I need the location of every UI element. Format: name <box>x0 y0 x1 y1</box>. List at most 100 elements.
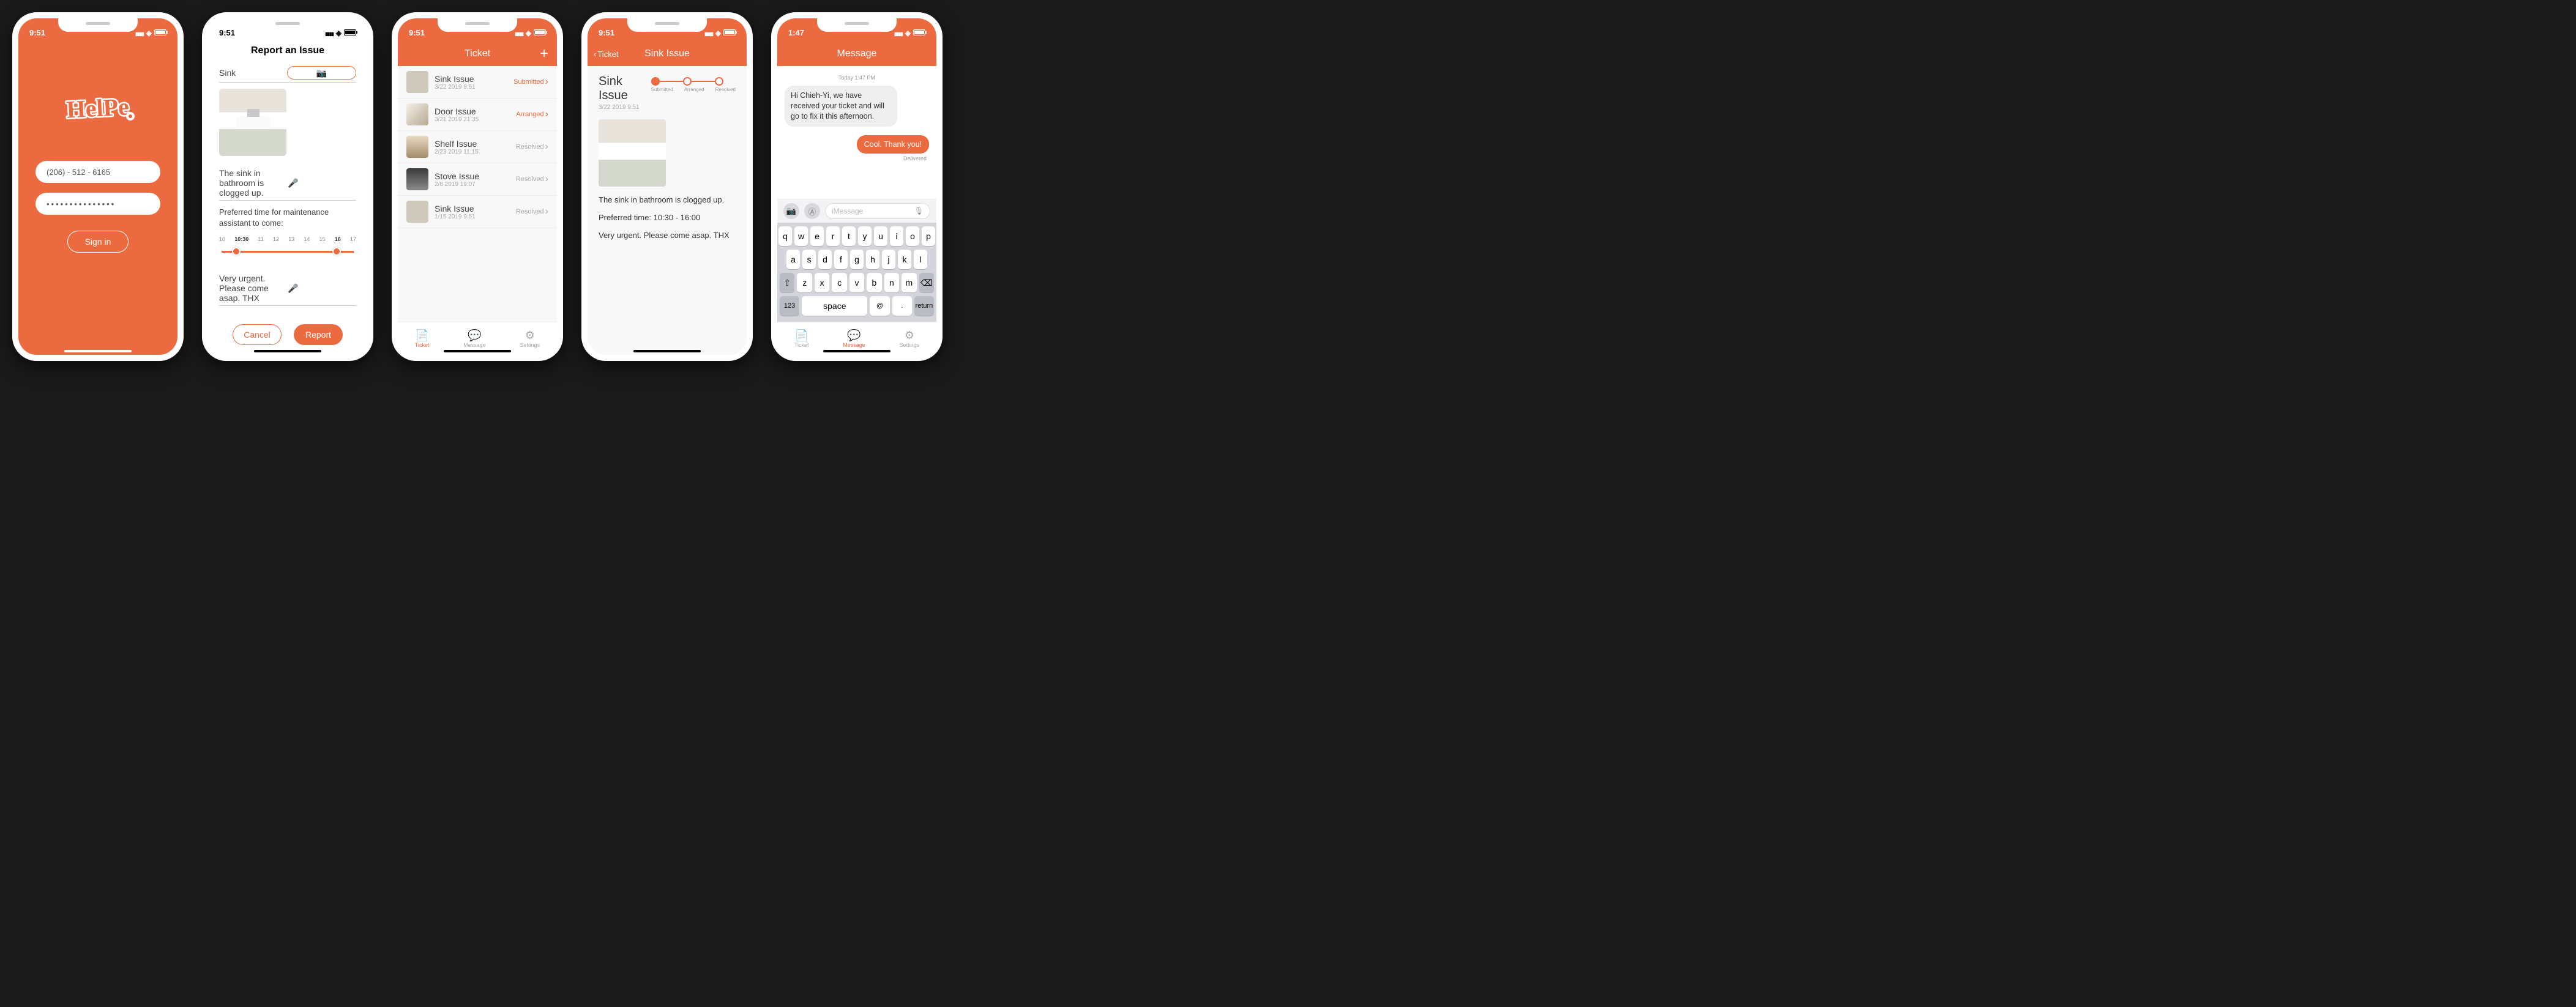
message-input[interactable]: iMessage 🎙 <box>825 203 930 219</box>
page-title: Report an Issue <box>208 42 367 64</box>
key-w[interactable]: w <box>794 226 808 246</box>
ticket-title: Sink Issue <box>435 204 510 214</box>
ticket-status: Submitted <box>513 76 548 87</box>
step-resolved-icon <box>715 77 723 86</box>
issue-description: The sink in bathroom is clogged up. <box>599 195 736 204</box>
key-q[interactable]: q <box>778 226 792 246</box>
key-y[interactable]: y <box>858 226 872 246</box>
slider-end-knob[interactable] <box>332 247 341 256</box>
navbar-title: Ticket <box>465 48 490 59</box>
back-button[interactable]: ‹ Ticket <box>594 50 619 59</box>
key-v[interactable]: v <box>849 273 864 292</box>
key-@[interactable]: @ <box>870 296 889 316</box>
step-submitted-icon <box>651 77 660 86</box>
tab-settings[interactable]: ⚙Settings <box>900 329 920 348</box>
ticket-row[interactable]: Sink Issue3/22 2019 9:51Submitted <box>398 66 557 98</box>
ticket-thumb <box>406 168 428 190</box>
wifi-icon <box>146 28 152 37</box>
urgency-note: Very urgent. Please come asap. THX <box>599 231 736 240</box>
ticket-row[interactable]: Sink Issue1/15 2019 9:51Resolved <box>398 196 557 228</box>
key-⌫[interactable]: ⌫ <box>919 273 934 292</box>
report-button[interactable]: Report <box>294 324 343 345</box>
mic-icon[interactable]: 🎤 <box>288 178 356 188</box>
key-a[interactable]: a <box>786 250 800 269</box>
tab-message[interactable]: 💬Message <box>463 329 486 348</box>
phone-input[interactable] <box>35 161 160 183</box>
key-m[interactable]: m <box>902 273 916 292</box>
cancel-button[interactable]: Cancel <box>233 324 282 345</box>
preferred-time: Preferred time: 10:30 - 16:00 <box>599 213 736 222</box>
key-t[interactable]: t <box>842 226 856 246</box>
key-j[interactable]: j <box>882 250 895 269</box>
ticket-icon: 📄 <box>794 329 809 342</box>
note-field[interactable]: Very urgent. Please come asap. THX 🎤 <box>219 271 356 306</box>
ticket-row[interactable]: Shelf Issue2/23 2019 11:15Resolved <box>398 131 557 163</box>
ticket-row[interactable]: Stove Issue2/8 2019 19:07Resolved <box>398 163 557 196</box>
key-r[interactable]: r <box>826 226 840 246</box>
ticket-thumb <box>406 136 428 158</box>
key-f[interactable]: f <box>834 250 848 269</box>
signal-icon <box>704 28 713 37</box>
key-p[interactable]: p <box>922 226 935 246</box>
incoming-message: Hi Chieh-Yi, we have received your ticke… <box>785 86 897 127</box>
key-l[interactable]: l <box>914 250 927 269</box>
key-i[interactable]: i <box>890 226 903 246</box>
navbar: Message <box>777 42 936 66</box>
key-.[interactable]: . <box>892 296 912 316</box>
ticket-status: Resolved <box>516 206 548 217</box>
key-e[interactable]: e <box>810 226 824 246</box>
ticket-date: 2/8 2019 19:07 <box>435 181 510 188</box>
ticket-date: 2/23 2019 11:15 <box>435 149 510 155</box>
subject-value: Sink <box>219 68 287 78</box>
key-h[interactable]: h <box>866 250 879 269</box>
ticket-row[interactable]: Door Issue3/21 2019 21:35Arranged <box>398 98 557 131</box>
key-123[interactable]: 123 <box>780 296 799 316</box>
settings-icon: ⚙ <box>520 329 540 342</box>
add-ticket-button[interactable]: + <box>540 45 548 62</box>
tab-ticket[interactable]: 📄Ticket <box>415 329 430 348</box>
time-range-slider[interactable] <box>222 251 354 253</box>
key-s[interactable]: s <box>802 250 816 269</box>
tab-ticket[interactable]: 📄Ticket <box>794 329 809 348</box>
message-thread[interactable]: Today 1:47 PM Hi Chieh-Yi, we have recei… <box>777 66 936 199</box>
ticket-date: 3/22 2019 9:51 <box>435 84 507 91</box>
key-b[interactable]: b <box>867 273 881 292</box>
status-bar: 9:51 <box>208 18 367 42</box>
key-u[interactable]: u <box>874 226 887 246</box>
key-x[interactable]: x <box>815 273 829 292</box>
time-scale: 10 10:30 11 12 13 14 15 16 17 <box>219 236 356 242</box>
voice-icon[interactable]: 🎙 <box>914 207 924 215</box>
key-n[interactable]: n <box>884 273 899 292</box>
note-value: Very urgent. Please come asap. THX <box>219 273 288 303</box>
status-bar: 9:51 <box>18 18 177 42</box>
key-o[interactable]: o <box>906 226 919 246</box>
slider-start-knob[interactable] <box>232 247 241 256</box>
message-icon: 💬 <box>843 329 865 342</box>
ticket-title: Door Issue <box>435 106 510 116</box>
apps-icon[interactable]: Ⓐ <box>804 203 820 219</box>
issue-photo[interactable] <box>599 119 666 187</box>
subject-field[interactable]: Sink 📷 <box>219 64 356 83</box>
key-return[interactable]: return <box>914 296 934 316</box>
key-⇧[interactable]: ⇧ <box>780 273 794 292</box>
phone-report: 9:51 Report an Issue Sink 📷 The sink in … <box>202 12 373 361</box>
keyboard[interactable]: qwertyuiop asdfghjkl ⇧zxcvbnm⌫ 123space@.re… <box>777 223 936 322</box>
signin-button[interactable]: Sign in <box>67 231 129 253</box>
phone-ticket-detail: 9:51 ‹ Ticket Sink Issue Sink Issue 3/22… <box>581 12 753 361</box>
camera-icon[interactable]: 📷 <box>287 66 356 80</box>
camera-attach-icon[interactable]: 📷 <box>783 203 799 219</box>
clock: 1:47 <box>788 28 804 37</box>
key-z[interactable]: z <box>797 273 812 292</box>
key-c[interactable]: c <box>832 273 846 292</box>
key-space[interactable]: space <box>802 296 867 316</box>
tab-settings[interactable]: ⚙Settings <box>520 329 540 348</box>
key-g[interactable]: g <box>850 250 864 269</box>
mic-icon[interactable]: 🎤 <box>288 283 356 294</box>
key-d[interactable]: d <box>818 250 832 269</box>
description-field[interactable]: The sink in bathroom is clogged up. 🎤 <box>219 166 356 201</box>
key-k[interactable]: k <box>898 250 911 269</box>
ticket-status: Resolved <box>516 174 548 185</box>
tab-message[interactable]: 💬Message <box>843 329 865 348</box>
password-input[interactable] <box>35 193 160 215</box>
attached-photo[interactable] <box>219 89 286 156</box>
